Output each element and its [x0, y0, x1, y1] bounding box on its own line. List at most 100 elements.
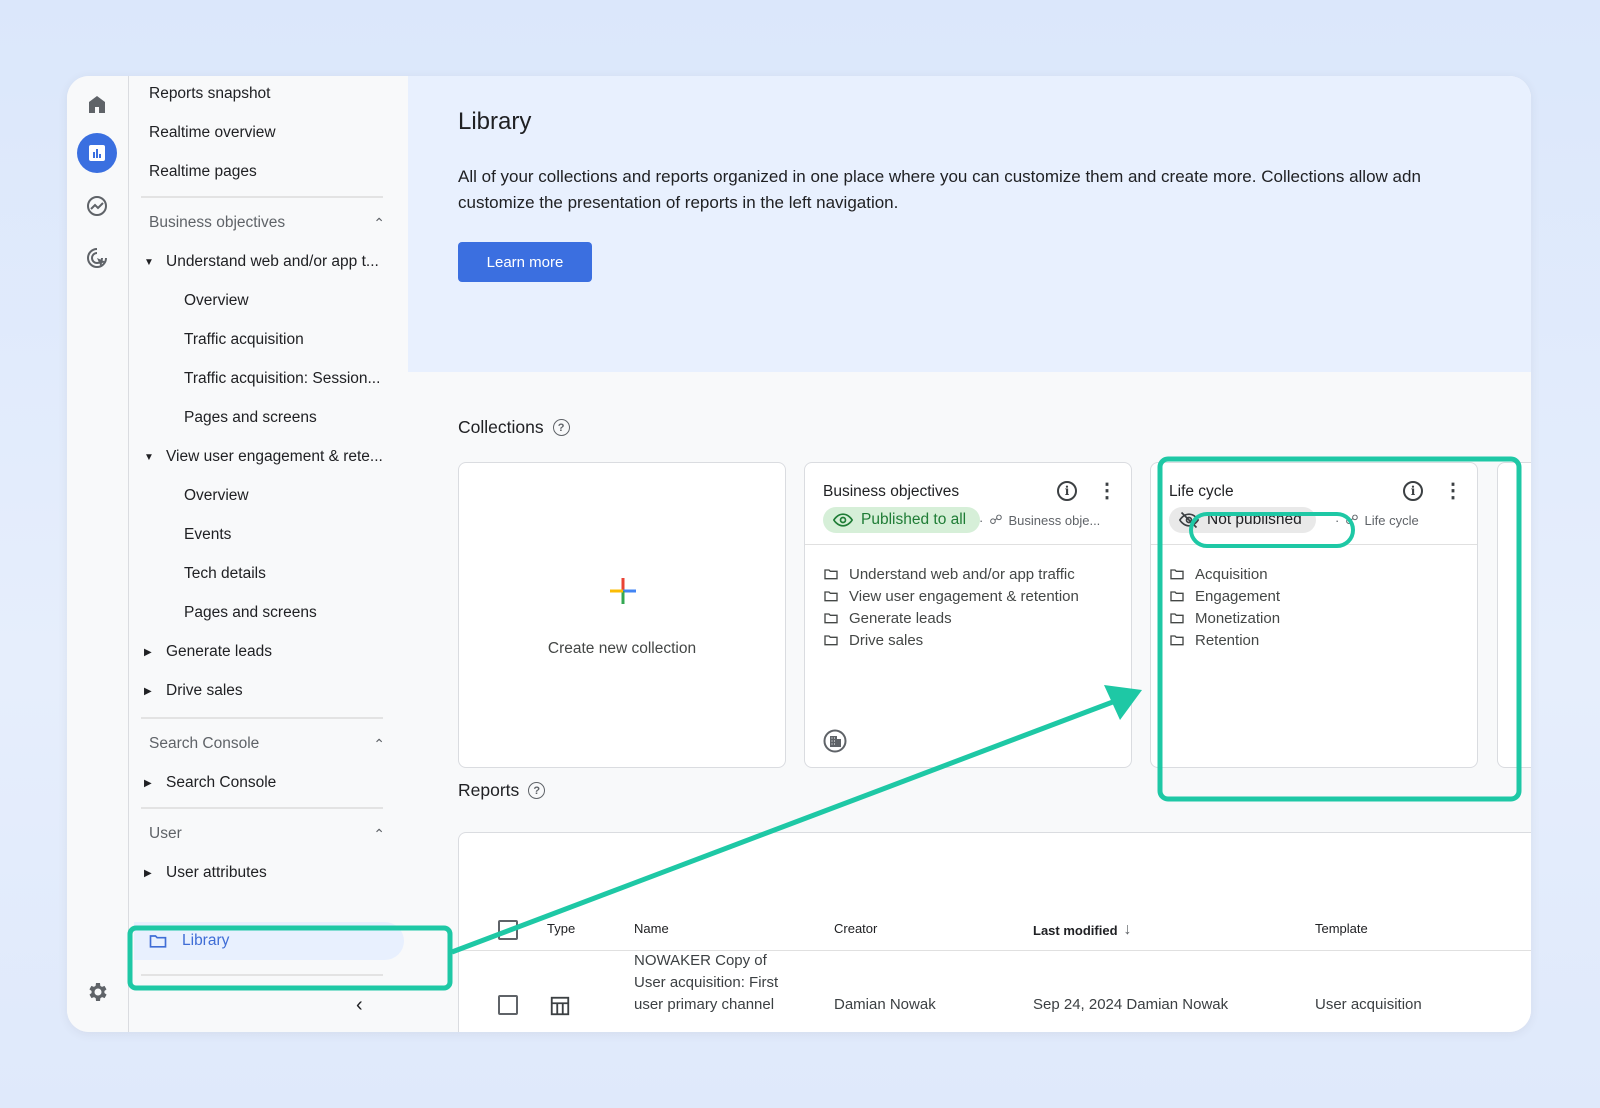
report-navigation: Reports snapshot Realtime overview Realt…	[130, 76, 408, 1032]
report-last-modified: Sep 24, 2024 Damian Nowak	[1033, 996, 1229, 1013]
nav-item-traffic-acquisition-session[interactable]: Traffic acquisition: Session...	[130, 361, 380, 397]
info-icon[interactable]: i	[1057, 481, 1077, 501]
folder-item: View user engagement & retention	[823, 585, 1079, 607]
nav-reports-snapshot[interactable]: Reports snapshot	[130, 76, 271, 112]
nav-item-pages-and-screens[interactable]: Pages and screens	[130, 400, 317, 436]
nav-section-business-objectives[interactable]: Business objectives ⌃	[149, 205, 387, 241]
folder-item: Drive sales	[823, 629, 1079, 651]
nav-realtime-overview[interactable]: Realtime overview	[130, 115, 276, 151]
learn-more-button[interactable]: Learn more	[458, 242, 592, 282]
more-vert-icon[interactable]: ⋮	[1443, 481, 1463, 501]
folder-icon	[1170, 569, 1184, 580]
nav-item-tech-details[interactable]: Tech details	[130, 556, 266, 592]
folder-icon	[824, 569, 838, 580]
help-icon[interactable]: ?	[552, 419, 570, 436]
nav-group-understand-traffic[interactable]: ▼ Understand web and/or app t...	[130, 244, 379, 280]
folder-icon	[1170, 591, 1184, 602]
folder-item: Monetization	[1169, 607, 1280, 629]
create-collection-card[interactable]: Create new collection	[458, 462, 786, 768]
library-hero: Library All of your collections and repo…	[408, 76, 1531, 372]
nav-item-traffic-acquisition[interactable]: Traffic acquisition	[130, 322, 304, 358]
collection-card-partial[interactable]	[1497, 462, 1531, 768]
reports-heading: Reports ?	[458, 780, 546, 801]
analytics-window: Reports snapshot Realtime overview Realt…	[67, 76, 1531, 1032]
nav-group-drive-sales[interactable]: ▶ Drive sales	[130, 673, 243, 709]
chevron-up-icon: ⌃	[373, 825, 385, 842]
nav-item-overview[interactable]: Overview	[130, 478, 249, 514]
caret-down-icon: ▼	[144, 256, 154, 268]
nav-group-generate-leads[interactable]: ▶ Generate leads	[130, 634, 272, 670]
chevron-up-icon: ⌃	[373, 735, 385, 752]
info-icon[interactable]: i	[1403, 481, 1423, 501]
folder-icon	[824, 635, 838, 646]
collections-heading: Collections ?	[458, 417, 570, 438]
column-header-type[interactable]: Type	[547, 921, 575, 936]
nav-item-pages-and-screens[interactable]: Pages and screens	[130, 595, 317, 631]
nav-realtime-pages[interactable]: Realtime pages	[130, 154, 257, 190]
column-header-last-modified[interactable]: Last modified ↓	[1033, 921, 1132, 939]
advertising-button[interactable]	[77, 238, 117, 278]
chevron-up-icon: ⌃	[373, 214, 385, 231]
reports-table: Type Name Creator Last modified ↓ Templa…	[458, 832, 1531, 1032]
folder-icon	[149, 935, 167, 948]
template-reference: · ☍ Life cycle	[1335, 512, 1419, 528]
folder-icon	[1170, 613, 1184, 624]
home-icon	[89, 96, 105, 113]
chevron-left-icon[interactable]: ‹	[356, 994, 363, 1017]
nav-item-overview[interactable]: Overview	[130, 283, 249, 319]
folder-item: Generate leads	[823, 607, 1079, 629]
gear-icon	[89, 983, 107, 1001]
arrow-down-icon: ↓	[1123, 921, 1132, 938]
column-header-name[interactable]: Name	[634, 921, 669, 936]
nav-divider	[141, 717, 383, 719]
nav-group-search-console[interactable]: ▶ Search Console	[130, 765, 276, 801]
nav-item-events[interactable]: Events	[130, 517, 231, 553]
folder-icon	[824, 591, 838, 602]
reports-button[interactable]	[77, 133, 117, 173]
page-title: Library	[458, 108, 532, 135]
status-badge: Not published	[1169, 507, 1316, 533]
column-header-template[interactable]: Template	[1315, 921, 1368, 936]
home-button[interactable]	[77, 84, 117, 124]
folder-item: Understand web and/or app traffic	[823, 563, 1079, 585]
nav-group-user-engagement[interactable]: ▼ View user engagement & rete...	[130, 439, 383, 475]
icon-rail	[67, 76, 129, 1032]
caret-right-icon: ▶	[144, 777, 152, 789]
more-vert-icon[interactable]: ⋮	[1097, 481, 1117, 501]
settings-button[interactable]	[77, 972, 117, 1012]
collection-title: Life cycle	[1169, 483, 1234, 500]
organization-icon	[823, 729, 847, 753]
table-report-icon	[550, 996, 570, 1016]
row-checkbox[interactable]	[498, 995, 518, 1015]
reports-icon	[89, 145, 105, 161]
folder-item: Engagement	[1169, 585, 1280, 607]
folder-icon	[824, 613, 838, 624]
explore-icon	[87, 196, 107, 216]
nav-section-search-console[interactable]: Search Console ⌃	[149, 726, 387, 762]
nav-divider	[141, 196, 383, 198]
nav-section-user[interactable]: User ⌃	[149, 816, 387, 852]
explore-button[interactable]	[77, 186, 117, 226]
folder-list: Understand web and/or app traffic View u…	[823, 563, 1079, 651]
folder-icon	[1170, 635, 1184, 646]
nav-divider	[141, 974, 383, 976]
folder-item: Acquisition	[1169, 563, 1280, 585]
column-header-creator[interactable]: Creator	[834, 921, 877, 936]
collection-card[interactable]: Business objectives i ⋮ Published to all…	[804, 462, 1132, 768]
eye-off-icon	[1179, 511, 1199, 529]
link-icon: ☍	[989, 512, 1003, 527]
folder-list: Acquisition Engagement Monetization Rete…	[1169, 563, 1280, 651]
page-description: All of your collections and reports orga…	[458, 167, 1421, 212]
collection-card[interactable]: Life cycle i ⋮ Not published · ☍ Life cy…	[1150, 462, 1478, 768]
nav-library[interactable]: Library	[134, 922, 404, 960]
link-icon: ☍	[1345, 512, 1359, 527]
nav-divider	[141, 807, 383, 809]
report-name[interactable]: NOWAKER Copy of User acquisition: First …	[634, 950, 778, 1016]
help-icon[interactable]: ?	[528, 782, 546, 799]
advertising-icon	[87, 248, 107, 268]
library-main: Library All of your collections and repo…	[408, 76, 1531, 1032]
nav-group-user-attributes[interactable]: ▶ User attributes	[130, 855, 267, 891]
caret-down-icon: ▼	[144, 451, 154, 463]
report-creator: Damian Nowak	[834, 996, 936, 1013]
select-all-checkbox[interactable]	[498, 920, 518, 940]
